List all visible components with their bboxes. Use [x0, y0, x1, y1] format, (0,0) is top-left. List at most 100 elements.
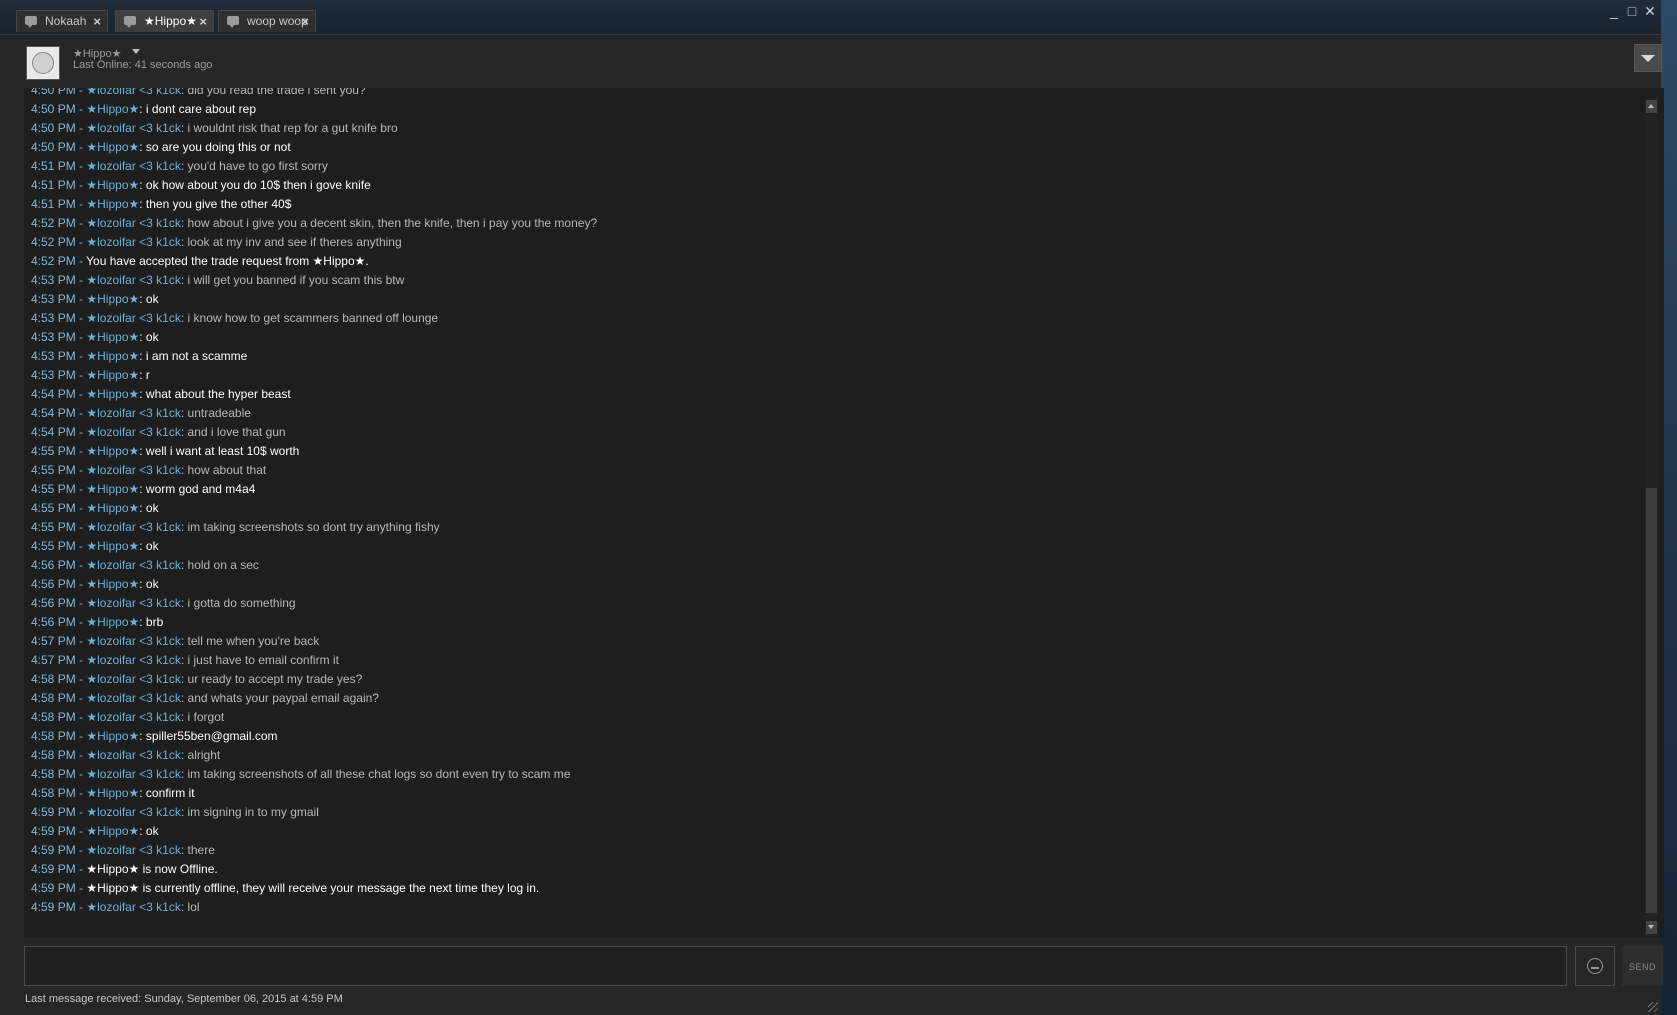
close-icon[interactable]: ×: [199, 11, 207, 32]
message-text: well i want at least 10$ worth: [145, 444, 300, 458]
message-sender: ★Hippo★: [86, 178, 140, 192]
message-timestamp: 4:59 PM: [31, 843, 76, 857]
tab-nokaah[interactable]: Nokaah ×: [16, 10, 108, 32]
message-text: ok: [145, 501, 159, 515]
message-sender: ★lozoifar <3 k1ck: [86, 805, 181, 819]
message-text: and i love that gun: [187, 425, 286, 439]
scroll-up-icon[interactable]: [1646, 100, 1657, 113]
message-separator: -: [75, 159, 87, 173]
message-sender: ★Hippo★: [86, 292, 140, 306]
message-timestamp: 4:57 PM: [31, 634, 76, 648]
message-text: ok: [145, 330, 159, 344]
message-timestamp: 4:56 PM: [31, 558, 76, 572]
chevron-down-icon[interactable]: [132, 49, 140, 54]
message-colon: :: [139, 197, 146, 211]
message-sender: ★lozoifar <3 k1ck: [86, 425, 181, 439]
tab-hippo[interactable]: ★Hippo★ ×: [115, 10, 214, 32]
hippo-avatar-icon: [32, 52, 54, 74]
chat-message: 4:58 PM - ★lozoifar <3 k1ck: and whats y…: [31, 689, 1631, 708]
message-colon: :: [139, 539, 146, 553]
close-icon[interactable]: ×: [93, 11, 101, 32]
message-timestamp: 4:59 PM: [31, 881, 76, 895]
message-text: there: [187, 843, 215, 857]
chat-scrollbar[interactable]: [1645, 98, 1658, 936]
message-sender: ★lozoifar <3 k1ck: [86, 463, 181, 477]
chat-options-dropdown-button[interactable]: [1634, 44, 1662, 72]
message-colon: :: [139, 368, 146, 382]
message-text: tell me when you're back: [187, 634, 320, 648]
message-colon: :: [180, 311, 188, 325]
minimize-button[interactable]: _: [1606, 2, 1622, 20]
message-text: what about the hyper beast: [145, 387, 291, 401]
avatar[interactable]: [26, 46, 60, 80]
message-separator: -: [75, 254, 87, 268]
message-separator: -: [75, 767, 87, 781]
tab-woop-woop[interactable]: woop woop ×: [218, 10, 316, 32]
chat-window: Nokaah × ★Hippo★ × woop woop × _ □ ✕ ★Hi…: [0, 0, 1664, 1015]
message-sender: ★lozoifar <3 k1ck: [86, 672, 181, 686]
resize-grip-icon[interactable]: [1648, 1002, 1658, 1012]
chat-message: 4:59 PM - ★Hippo★ is now Offline.: [31, 860, 1631, 879]
message-timestamp: 4:53 PM: [31, 368, 76, 382]
chat-message: 4:53 PM - ★Hippo★: r: [31, 366, 1631, 385]
close-window-button[interactable]: ✕: [1642, 2, 1658, 20]
message-timestamp: 4:58 PM: [31, 691, 76, 705]
message-sender: ★Hippo★: [86, 444, 140, 458]
chat-log[interactable]: 4:50 PM - ★lozoifar <3 k1ck: did you rea…: [24, 88, 1664, 938]
message-text: worm god and m4a4: [145, 482, 256, 496]
message-text: you'd have to go first sorry: [187, 159, 328, 173]
message-text: did you read the trade i sent you?: [187, 88, 366, 97]
message-separator: -: [75, 786, 87, 800]
message-separator: -: [75, 235, 87, 249]
message-text: confirm it: [145, 786, 195, 800]
message-text: brb: [145, 615, 164, 629]
chat-message: 4:52 PM - ★lozoifar <3 k1ck: how about i…: [31, 214, 1631, 233]
message-colon: :: [139, 501, 146, 515]
message-text: ok how about you do 10$ then i gove knif…: [145, 178, 371, 192]
message-sender: ★lozoifar <3 k1ck: [86, 121, 181, 135]
message-sender: ★lozoifar <3 k1ck: [86, 653, 181, 667]
chat-message: 4:56 PM - ★lozoifar <3 k1ck: hold on a s…: [31, 556, 1631, 575]
message-text: and whats your paypal email again?: [187, 691, 379, 705]
message-text: look at my inv and see if theres anythin…: [187, 235, 402, 249]
scroll-down-icon[interactable]: [1646, 921, 1657, 934]
chat-message: 4:55 PM - ★Hippo★: ok: [31, 499, 1631, 518]
message-colon: :: [180, 558, 188, 572]
message-text: i gotta do something: [187, 596, 296, 610]
maximize-button[interactable]: □: [1624, 2, 1640, 20]
message-text: i just have to email confirm it: [187, 653, 339, 667]
message-colon: :: [180, 748, 188, 762]
message-text: untradeable: [187, 406, 251, 420]
send-button[interactable]: SEND: [1622, 946, 1663, 986]
message-separator: -: [75, 368, 87, 382]
message-sender: ★Hippo★: [86, 197, 140, 211]
chat-message: 4:53 PM - ★Hippo★: i am not a scamme: [31, 347, 1631, 366]
chat-message: 4:51 PM - ★lozoifar <3 k1ck: you'd have …: [31, 157, 1631, 176]
message-colon: :: [139, 577, 146, 591]
message-colon: :: [139, 482, 146, 496]
close-icon[interactable]: ×: [301, 11, 309, 32]
message-colon: :: [180, 805, 188, 819]
chat-bubble-icon: [25, 16, 37, 28]
tab-label: Nokaah: [45, 14, 87, 28]
message-timestamp: 4:50 PM: [31, 102, 76, 116]
message-separator: -: [75, 463, 87, 477]
message-input[interactable]: [24, 946, 1567, 986]
message-colon: :: [139, 140, 146, 154]
message-separator: -: [75, 406, 87, 420]
scroll-thumb[interactable]: [1646, 488, 1657, 913]
message-sender: ★lozoifar <3 k1ck: [86, 710, 181, 724]
message-text: i will get you banned if you scam this b…: [187, 273, 405, 287]
chat-message: 4:57 PM - ★lozoifar <3 k1ck: i just have…: [31, 651, 1631, 670]
message-timestamp: 4:51 PM: [31, 197, 76, 211]
chat-message: 4:59 PM - ★lozoifar <3 k1ck: im signing …: [31, 803, 1631, 822]
chat-message: 4:54 PM - ★lozoifar <3 k1ck: and i love …: [31, 423, 1631, 442]
message-separator: -: [75, 292, 87, 306]
emoticon-icon: [1587, 958, 1603, 974]
emoticon-button[interactable]: [1575, 946, 1615, 986]
message-sender: ★lozoifar <3 k1ck: [86, 273, 181, 287]
friend-header: ★Hippo★ Last Online: 41 seconds ago: [0, 35, 1662, 87]
message-timestamp: 4:59 PM: [31, 900, 76, 914]
message-text: ok: [145, 824, 159, 838]
message-text: im signing in to my gmail: [187, 805, 319, 819]
